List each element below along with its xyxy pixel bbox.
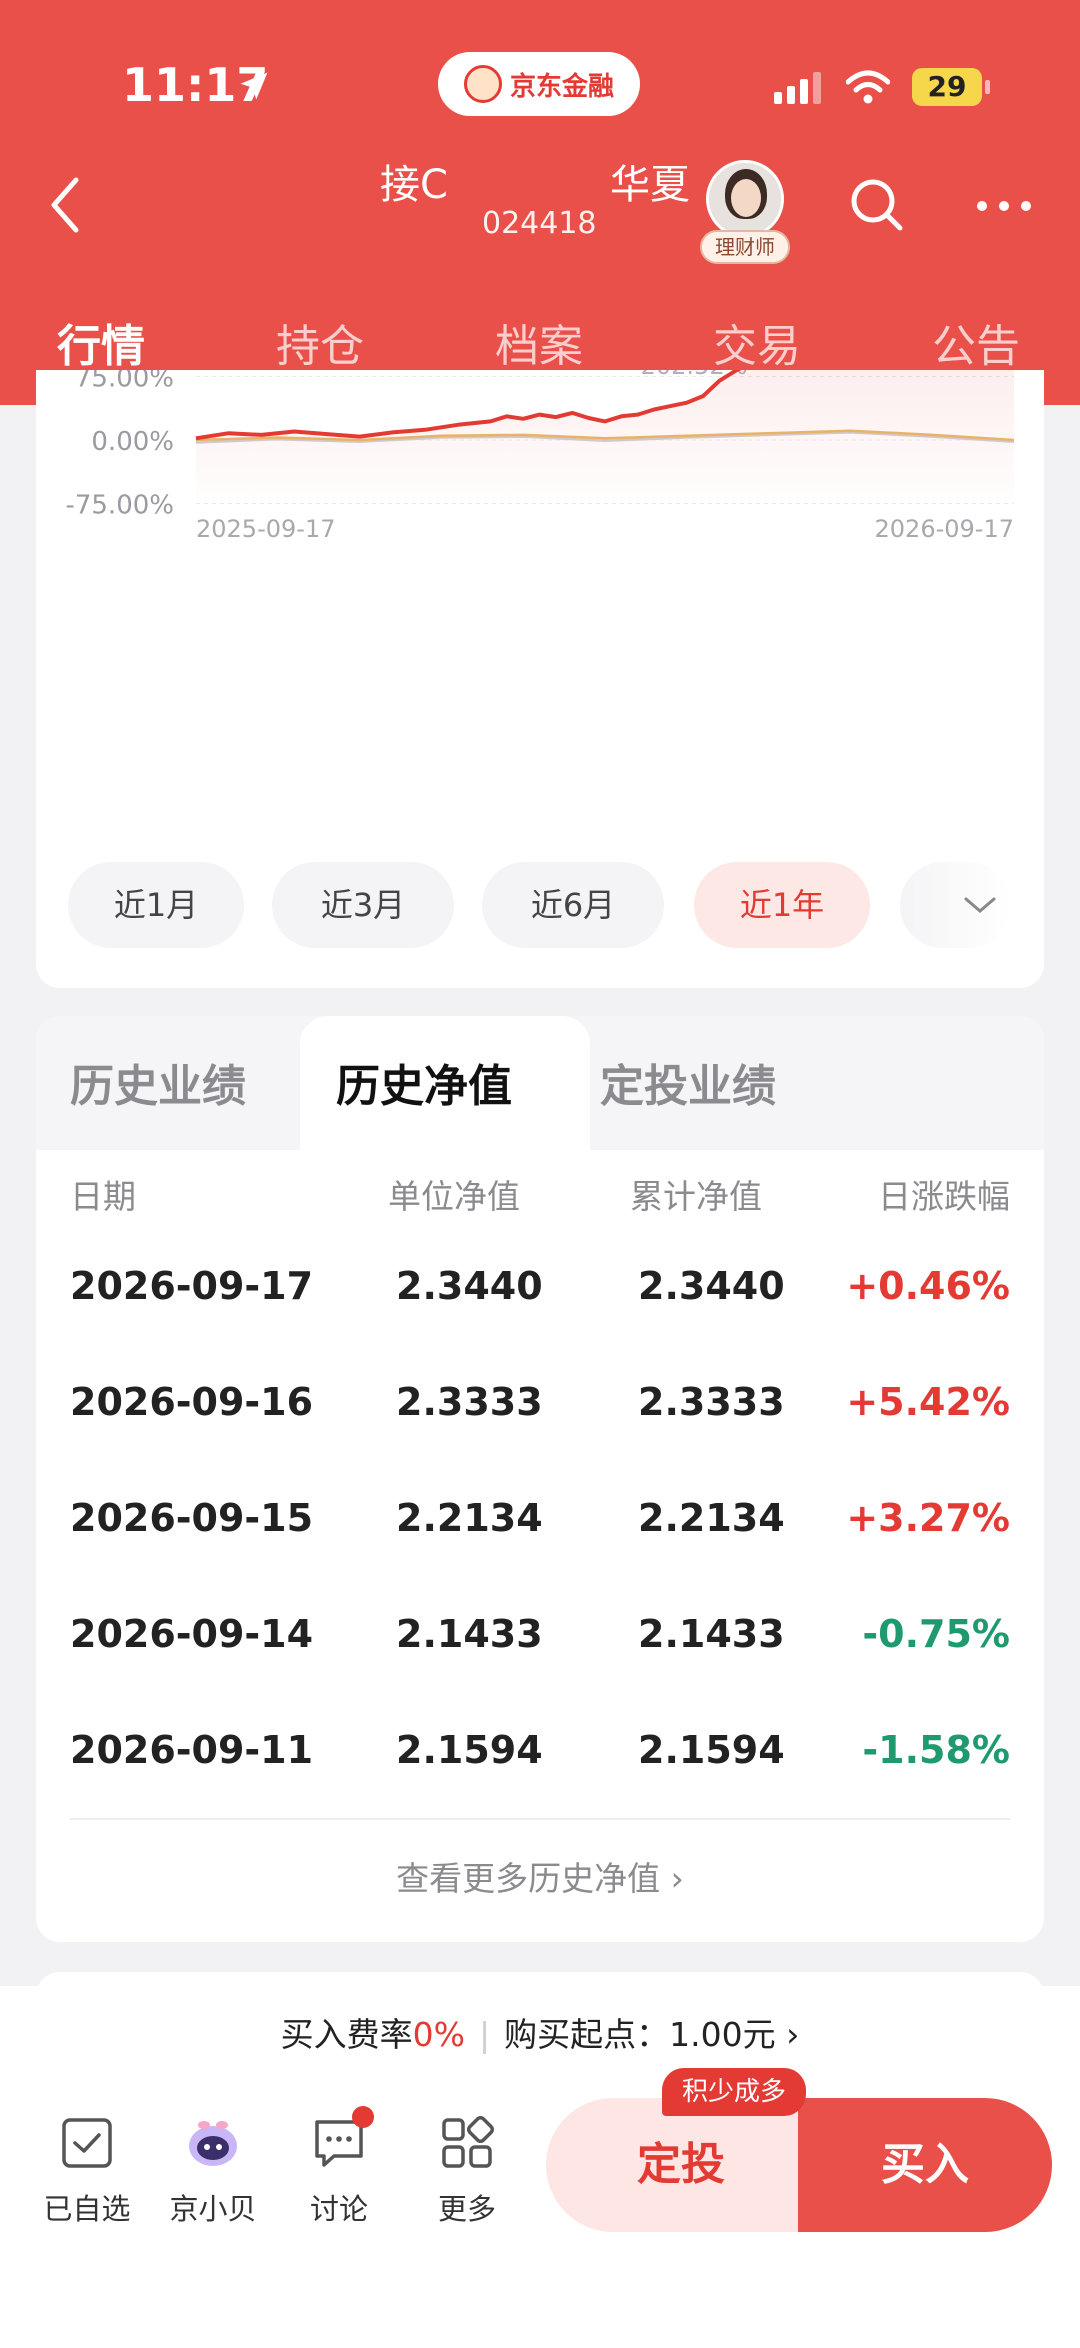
min-purchase: 购买起点：1.00元 › [504,2015,800,2054]
location-arrow-icon [240,72,268,100]
table-row: 2026-09-15 2.2134 2.2134 +3.27% [36,1466,1044,1582]
row-nav: 2.2134 [396,1496,543,1540]
row-nav: 2.3333 [396,1380,543,1424]
battery-indicator: 29 [912,68,990,106]
robot-assistant-icon [189,2121,237,2166]
row-acc-nav: 2.3440 [638,1264,785,1308]
fund-code: 024418 [482,206,597,241]
tab-market[interactable]: 行情 [57,310,145,374]
more-history-link[interactable]: 查看更多历史净值 › [36,1852,1044,1900]
fund-area [196,370,1014,504]
row-nav: 2.3440 [396,1264,543,1308]
y-tick-label: -75.00% [65,491,174,521]
tab-history-performance[interactable]: 历史业绩 [70,1050,246,1114]
more-dots-icon[interactable] [974,196,1034,216]
brand-pill[interactable]: 京东金融 [438,52,640,116]
history-tab-bar: 历史业绩 历史净值 定投业绩 [36,1016,1044,1150]
range-3m[interactable]: 近3月 [272,862,454,948]
divider [70,1818,1010,1820]
tab-dca-performance[interactable]: 定投业绩 [600,1050,776,1114]
row-date: 2026-09-16 [70,1380,314,1424]
row-date: 2026-09-15 [70,1496,314,1540]
range-1y[interactable]: 近1年 [694,862,870,948]
performance-chart-card: 150.00%75.00%0.00%-75.00%2025-09-172026-… [36,370,1044,988]
separator: | [479,2015,491,2054]
watchlist-button[interactable]: 已自选 [32,2116,142,2226]
nav-row: 接C 华夏 024418 理财师 [0,150,1080,264]
search-icon[interactable] [848,176,906,234]
row-change: -0.75% [862,1612,1010,1656]
row-nav: 2.1433 [396,1612,543,1656]
back-arrow-icon[interactable] [40,170,90,240]
row-change: +0.46% [846,1264,1010,1308]
column-header-change: 日涨跌幅 [878,1177,1010,1216]
row-date: 2026-09-11 [70,1728,314,1772]
table-row: 2026-09-17 2.3440 2.3440 +0.46% [36,1234,1044,1350]
performance-chart[interactable]: 150.00%75.00%0.00%-75.00%2025-09-172026-… [36,370,1044,850]
row-acc-nav: 2.2134 [638,1496,785,1540]
row-acc-nav: 2.1433 [638,1612,785,1656]
buy-button[interactable]: 买入 [798,2098,1052,2232]
row-date: 2026-09-17 [70,1264,314,1308]
app-header: 11:17 京东金融 29 接C 华夏 024418 理财师 行情 持仓 档案 … [0,0,1080,405]
table-row: 2026-09-16 2.3333 2.3333 +5.42% [36,1350,1044,1466]
assistant-button[interactable]: 京小贝 [158,2116,268,2226]
row-change: +3.27% [846,1496,1010,1540]
tab-holdings[interactable]: 持仓 [276,310,364,374]
range-1m[interactable]: 近1月 [68,862,244,948]
row-change: -1.58% [862,1728,1010,1772]
tab-history-nav[interactable]: 历史净值 [336,1050,512,1114]
table-row: 2026-09-11 2.1594 2.1594 -1.58% [36,1698,1044,1814]
range-selector: 近1月 近3月 近6月 近1年 [68,862,1012,948]
row-nav: 2.1594 [396,1728,543,1772]
advisor-tag: 理财师 [700,230,790,264]
promo-tag: 积少成多 [662,2068,806,2116]
more-label: 更多 [437,2192,496,2226]
wifi-icon [846,70,890,104]
row-change: +5.42% [846,1380,1010,1424]
column-header-nav: 单位净值 [388,1177,520,1216]
row-acc-nav: 2.1594 [638,1728,785,1772]
dca-button[interactable]: 定投 [546,2098,816,2232]
advisor-button[interactable]: 理财师 [700,160,790,264]
y-tick-label: 75.00% [75,370,174,394]
history-card: 历史业绩 历史净值 定投业绩 日期 单位净值 累计净值 日涨跌幅 2026-09… [36,1016,1044,1942]
fee-value: 0% [412,2015,466,2054]
cellular-signal-icon [774,72,821,104]
brand-logo-icon [463,65,502,103]
range-more[interactable] [900,862,1012,948]
fund-name: 接C [380,162,448,208]
tab-profile[interactable]: 档案 [495,310,583,374]
row-date: 2026-09-14 [70,1612,314,1656]
discussion-label: 讨论 [309,2192,368,2226]
watchlist-label: 已自选 [43,2192,131,2226]
column-header-acc-nav: 累计净值 [630,1177,762,1216]
chevron-down-icon [964,897,996,913]
status-bar: 11:17 京东金融 29 [0,50,1080,130]
notification-dot [352,2106,374,2128]
tab-announcement[interactable]: 公告 [932,310,1020,374]
range-6m[interactable]: 近6月 [482,862,664,948]
x-tick-label-start: 2025-09-17 [196,515,335,543]
discussion-button[interactable]: 讨论 [284,2106,394,2226]
more-button[interactable]: 更多 [412,2115,522,2226]
y-tick-label: 0.00% [91,427,174,457]
grid-more-icon [442,2115,495,2168]
assistant-label: 京小贝 [169,2192,257,2226]
row-acc-nav: 2.3333 [638,1380,785,1424]
advisor-avatar [706,160,784,238]
checkbox-icon [62,2118,112,2168]
tab-trade[interactable]: 交易 [713,310,801,374]
fee-info[interactable]: 买入费率0% | 购买起点：1.00元 › [0,2008,1080,2056]
fee-label: 买入费率 [280,2015,413,2054]
x-tick-label-end: 2026-09-17 [875,515,1014,543]
table-row: 2026-09-14 2.1433 2.1433 -0.75% [36,1582,1044,1698]
fund-name-company: 华夏 [610,162,690,208]
column-header-date: 日期 [70,1177,136,1216]
brand-name: 京东金融 [509,71,614,102]
bottom-bar: 买入费率0% | 购买起点：1.00元 › 已自选 京小贝 讨论 更多 定投 买入 … [0,1986,1080,2348]
